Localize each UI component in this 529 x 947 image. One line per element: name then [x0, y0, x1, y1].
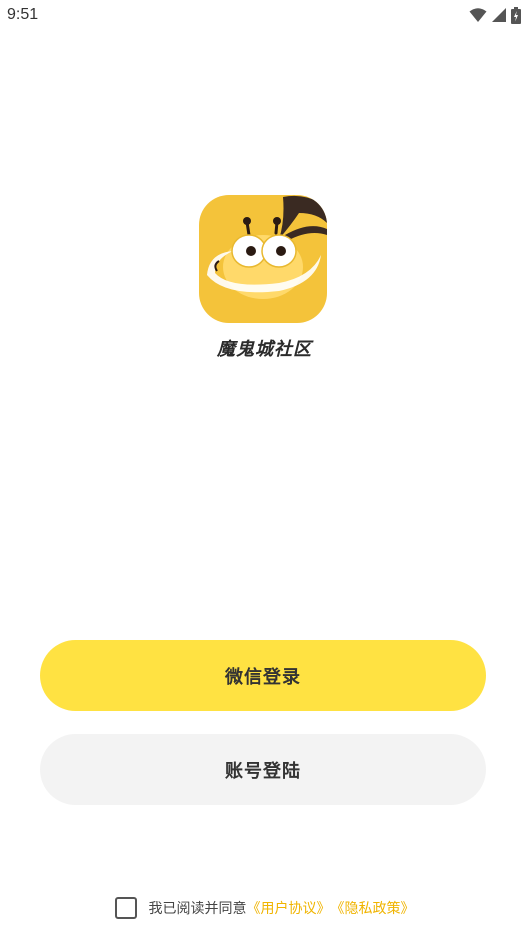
agreement-prefix: 我已阅读并同意	[148, 901, 247, 917]
app-logo	[199, 195, 327, 323]
account-login-button[interactable]: 账号登陆	[40, 734, 486, 805]
user-agreement-link[interactable]: 《用户协议》	[247, 898, 331, 918]
app-name: 魔鬼城社区	[217, 339, 312, 360]
wechat-login-button[interactable]: 微信登录	[40, 640, 486, 711]
agreement-checkbox[interactable]	[114, 897, 137, 919]
status-icons	[469, 6, 521, 24]
privacy-policy-link[interactable]: 《隐私政策》	[331, 898, 415, 918]
bee-mascot-logo-icon	[199, 195, 327, 323]
signal-icon	[492, 8, 506, 22]
battery-icon	[511, 6, 521, 24]
status-time: 9:51	[7, 6, 39, 23]
agreement-row: 我已阅读并同意 《用户协议》 《隐私政策》	[0, 894, 529, 922]
status-bar: 9:51	[0, 0, 529, 30]
wifi-icon	[469, 8, 487, 22]
